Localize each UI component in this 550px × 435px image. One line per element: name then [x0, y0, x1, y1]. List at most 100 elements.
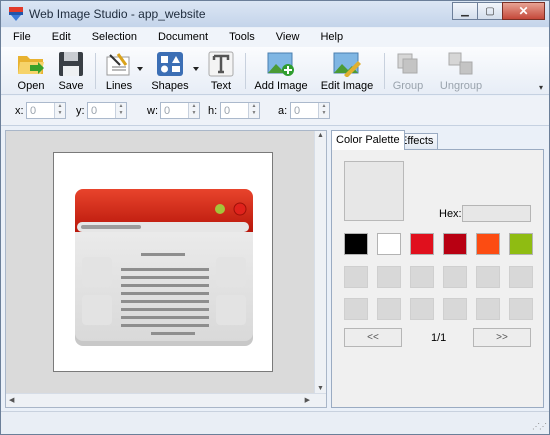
toolbar-overflow-icon[interactable]: ▾: [539, 83, 543, 92]
swatch-empty[interactable]: [377, 298, 401, 320]
swatch-empty[interactable]: [443, 298, 467, 320]
group-button[interactable]: Group: [389, 49, 427, 93]
swatch-empty[interactable]: [476, 266, 500, 288]
h-spinner[interactable]: 0 ▲ ▼: [220, 102, 260, 119]
swatch-empty[interactable]: [476, 298, 500, 320]
open-button[interactable]: Open: [9, 49, 53, 93]
tab-color-palette[interactable]: Color Palette: [331, 130, 405, 150]
menu-selection[interactable]: Selection: [80, 28, 146, 47]
canvas-area[interactable]: ▲ ▼ ◀ ▶: [5, 130, 327, 408]
y-label: y:: [76, 105, 85, 117]
angle-spinner[interactable]: 0 ▲ ▼: [290, 102, 330, 119]
hex-input[interactable]: [462, 205, 531, 222]
y-value: 0: [91, 105, 98, 117]
swatch-orange[interactable]: [476, 233, 500, 255]
ungroup-icon: [448, 52, 473, 75]
add-image-icon: [267, 52, 294, 76]
close-button[interactable]: ✕: [502, 2, 545, 20]
swatch-empty[interactable]: [344, 266, 368, 288]
swatch-empty[interactable]: [509, 266, 533, 288]
shapes-button[interactable]: Shapes: [149, 49, 191, 93]
spinner-arrows-icon[interactable]: ▲ ▼: [248, 103, 259, 118]
save-button[interactable]: Save: [53, 49, 89, 93]
horizontal-scrollbar[interactable]: ◀ ▶: [6, 393, 326, 407]
menu-file[interactable]: File: [1, 28, 40, 47]
menu-view[interactable]: View: [264, 28, 309, 47]
swatch-empty[interactable]: [443, 266, 467, 288]
shapes-label: Shapes: [151, 80, 189, 92]
website-mockup-image[interactable]: [54, 153, 272, 371]
prev-page-button[interactable]: <<: [344, 328, 402, 347]
toolbar: Open Save Lines Shapes Text Add Image Ed…: [1, 47, 549, 95]
lines-dropdown-icon[interactable]: [137, 67, 143, 71]
menu-help[interactable]: Help: [308, 28, 352, 47]
color-palette-pane: Hex: << 1/1 >>: [331, 149, 544, 408]
swatch-black[interactable]: [344, 233, 368, 255]
minimize-icon: ▁: [461, 5, 469, 17]
lines-label: Lines: [105, 80, 133, 92]
spinner-arrows-icon[interactable]: ▲ ▼: [318, 103, 329, 118]
x-value: 0: [30, 105, 37, 117]
edit-image-button[interactable]: Edit Image: [317, 49, 377, 93]
text-label: Text: [210, 80, 232, 92]
menu-tools[interactable]: Tools: [217, 28, 264, 47]
edit-image-icon: [333, 52, 361, 77]
w-spinner[interactable]: 0 ▲ ▼: [160, 102, 200, 119]
swatch-empty[interactable]: [410, 266, 434, 288]
edit-image-label: Edit Image: [320, 80, 374, 92]
app-logo-icon: [9, 7, 23, 21]
swatch-green[interactable]: [509, 233, 533, 255]
swatch-empty[interactable]: [344, 298, 368, 320]
scroll-right-icon[interactable]: ▶: [305, 396, 310, 404]
hex-label: Hex:: [439, 208, 462, 220]
a-value: 0: [294, 105, 301, 117]
scroll-up-icon[interactable]: ▲: [317, 132, 324, 139]
scroll-down-icon[interactable]: ▼: [317, 385, 324, 392]
spinner-arrows-icon[interactable]: ▲ ▼: [54, 103, 65, 118]
next-page-button[interactable]: >>: [473, 328, 531, 347]
scroll-left-icon[interactable]: ◀: [9, 396, 14, 404]
lines-button[interactable]: Lines: [99, 49, 139, 93]
add-image-button[interactable]: Add Image: [251, 49, 311, 93]
swatch-red[interactable]: [410, 233, 434, 255]
close-icon: ✕: [518, 4, 529, 18]
y-spinner[interactable]: 0 ▲ ▼: [87, 102, 127, 119]
swatch-white[interactable]: [377, 233, 401, 255]
maximize-button[interactable]: ▢: [477, 2, 503, 20]
menu-document[interactable]: Document: [146, 28, 217, 47]
group-icon: [397, 53, 418, 74]
artboard[interactable]: [53, 152, 273, 372]
x-label: x:: [15, 105, 24, 117]
w-value: 0: [164, 105, 171, 117]
text-button[interactable]: Text: [203, 49, 239, 93]
menu-edit[interactable]: Edit: [40, 28, 80, 47]
spinner-arrows-icon[interactable]: ▲ ▼: [188, 103, 199, 118]
lines-icon: [106, 53, 130, 76]
h-value: 0: [224, 105, 231, 117]
color-preview: [344, 161, 404, 221]
x-spinner[interactable]: 0 ▲ ▼: [26, 102, 66, 119]
add-image-label: Add Image: [254, 80, 308, 92]
app-window: Web Image Studio - app_website ▁ ▢ ✕ Fil…: [0, 0, 550, 435]
maximize-icon: ▢: [485, 5, 495, 17]
shapes-icon: [157, 52, 183, 76]
menu-bar: File Edit Selection Document Tools View …: [1, 28, 549, 47]
swatch-empty[interactable]: [377, 266, 401, 288]
ungroup-button[interactable]: Ungroup: [435, 49, 487, 93]
resize-grip-icon[interactable]: ⋰⋰: [532, 422, 547, 431]
swatch-empty[interactable]: [509, 298, 533, 320]
ungroup-label: Ungroup: [439, 80, 483, 92]
swatch-dark-red[interactable]: [443, 233, 467, 255]
toolbar-separator: [384, 53, 385, 89]
spinner-arrows-icon[interactable]: ▲ ▼: [115, 103, 126, 118]
window-title: Web Image Studio - app_website: [29, 7, 206, 21]
floppy-disk-icon: [59, 52, 83, 76]
swatch-empty[interactable]: [410, 298, 434, 320]
vertical-scrollbar[interactable]: ▲ ▼: [314, 131, 326, 393]
property-bar: x: 0 ▲ ▼ y: 0 ▲ ▼ w: 0 ▲ ▼ h: 0 ▲ ▼ a: 0 ▲ ▼: [1, 96, 549, 126]
text-tool-icon: [208, 51, 234, 77]
shapes-dropdown-icon[interactable]: [193, 67, 199, 71]
minimize-button[interactable]: ▁: [452, 2, 478, 20]
toolbar-separator: [245, 53, 246, 89]
group-label: Group: [392, 80, 424, 92]
